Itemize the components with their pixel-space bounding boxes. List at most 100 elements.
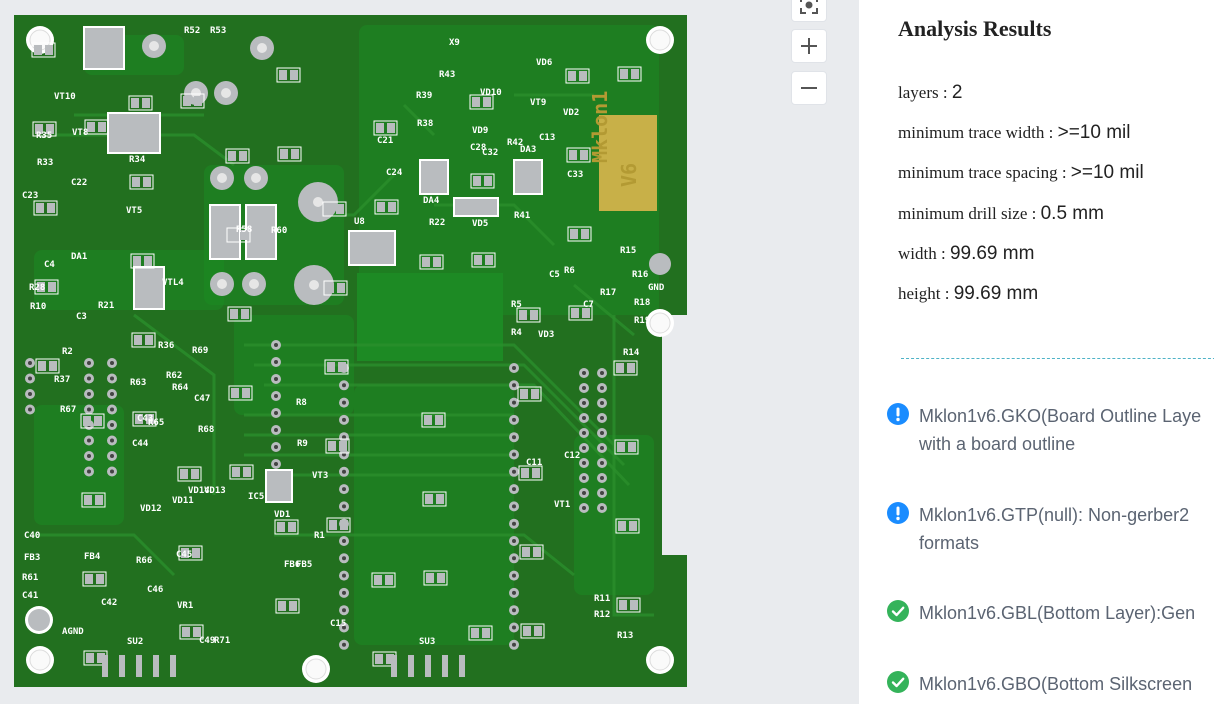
silk-label: R43 [439,70,455,80]
drill [309,280,319,290]
header-drill [582,446,586,450]
stat-key: height : [898,284,954,303]
ic-package [453,197,499,217]
smd-pad [483,97,491,107]
agnd-test-pad [28,609,50,631]
connector-pin [170,655,176,677]
hole-core [649,649,671,671]
smd-pad [327,362,335,372]
smd-pad [142,98,150,108]
header-drill [110,469,114,474]
ic-package [107,112,161,154]
zoom-in-button[interactable] [791,29,827,63]
smd-pad [580,150,588,160]
smd-pad [239,151,247,161]
smd-pad [228,151,236,161]
silk-label: R2 [62,347,73,357]
header-drill [600,506,604,510]
silk-label: VD3 [538,330,554,340]
silk-label: C22 [71,178,87,188]
header-drill [342,573,346,578]
drill [221,88,231,98]
hole-core [29,649,51,671]
silk-label: VD6 [536,58,552,68]
smd-pad [616,363,624,373]
smd-pad [279,70,287,80]
silk-label: U8 [354,217,365,227]
silk-label: R15 [620,246,636,256]
message-line: Mklon1v6.GTP(null): Non-gerber2 [919,505,1190,525]
silk-label: VR1 [177,601,193,611]
smd-pad [388,202,396,212]
gnd-test-pad [649,253,671,275]
silk-label: C23 [22,191,38,201]
smd-pad [570,229,578,239]
stat-min-drill-size: minimum drill size : 0.5 mm [898,203,1104,225]
smd-pad [374,575,382,585]
header-drill [87,361,91,365]
smd-pad [530,310,538,320]
zoom-out-icon [801,87,817,89]
smd-pad [571,308,579,318]
board-viewer[interactable]: R52 R53 X9 VD6 R43 VD10 VT9 VD2 VT10 VT8 R35 R33 R34… [0,0,760,704]
ic-package [133,266,165,310]
silk-label: C32 [482,148,498,158]
smd-pad [85,574,93,584]
smd-pad [532,468,540,478]
smd-pad [627,363,635,373]
header-drill [600,401,604,405]
info-icon [887,502,909,524]
smd-pad [242,388,250,398]
smd-pad [422,257,430,267]
silk-label: VT1 [554,500,570,510]
header-drill [274,462,278,466]
stat-key: width : [898,244,950,263]
header-drill [342,504,346,509]
smd-pad [338,362,346,372]
smd-pad [182,627,190,637]
panel-title: Analysis Results [898,16,1052,41]
smd-pad [230,309,238,319]
header-drill [274,394,278,398]
ic-package [419,159,449,195]
smd-pad [522,547,530,557]
header-drill [512,366,516,370]
header-drill [512,590,516,595]
silk-label: R69 [192,346,208,356]
silk-label: DA4 [423,196,440,206]
smd-pad [232,467,240,477]
copper-plane [357,273,503,361]
hole-core [649,29,671,51]
smd-pad [134,335,142,345]
analysis-panel: Analysis Results layers : 2 minimum trac… [859,0,1214,704]
drill [217,173,227,183]
smd-pad [617,442,625,452]
silk-label: R66 [136,556,152,566]
stat-value: 2 [951,82,963,103]
silk-label: R11 [594,594,610,604]
header-drill [110,407,114,412]
silk-label: R60 [271,226,287,236]
smd-pad [387,123,395,133]
smd-pad [473,176,481,186]
silk-label: VTL4 [162,278,184,288]
header-drill [582,476,586,480]
smd-pad [425,494,433,504]
header-drill [274,343,278,347]
zoom-out-button[interactable] [791,71,827,105]
drill [257,43,267,53]
silk-label: R52 [184,26,200,36]
silk-label: VD1 [274,510,290,520]
header-drill [600,461,604,465]
stat-key: layers : [898,83,952,102]
fit-view-button[interactable] [791,0,827,22]
header-drill [512,573,516,578]
header-drill [512,452,516,457]
smd-pad [474,255,482,265]
message-line: with a board outline [919,434,1076,454]
header-drill [512,539,516,543]
smd-pad [131,98,139,108]
smd-pad [280,149,288,159]
header-drill [512,417,516,422]
stat-value: >=10 mil [1070,162,1144,183]
